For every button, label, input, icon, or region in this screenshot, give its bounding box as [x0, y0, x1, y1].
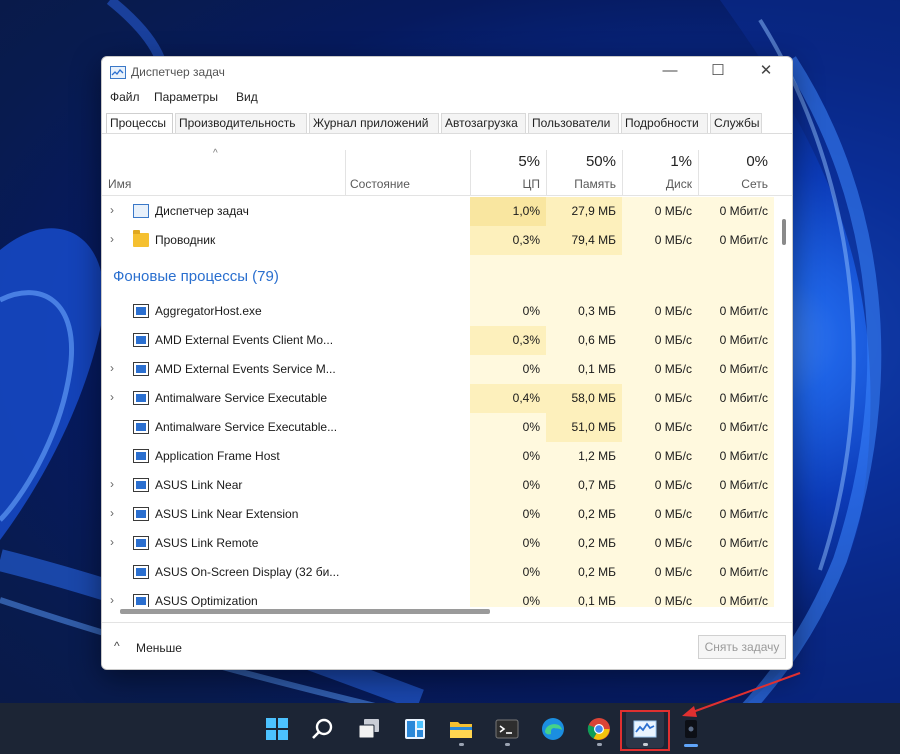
- arrow-annotation: [682, 672, 801, 717]
